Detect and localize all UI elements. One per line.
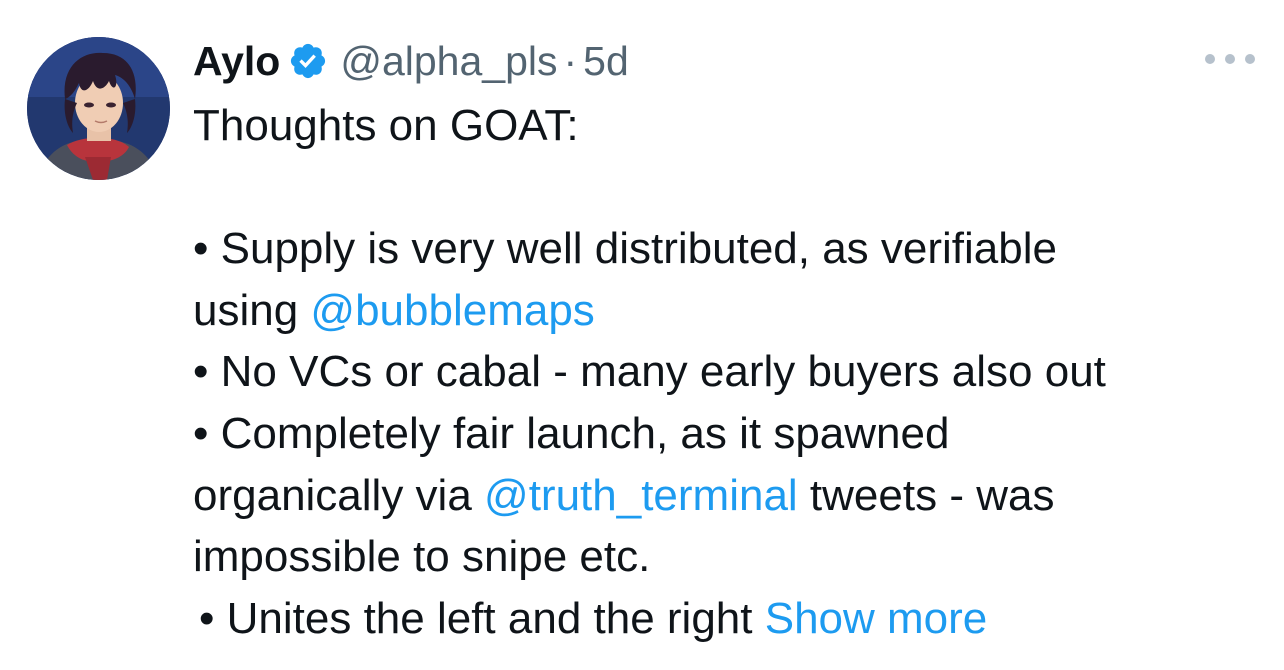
more-options-button[interactable] <box>1205 46 1255 72</box>
tweet-card: Aylo @alpha_pls · 5d Thoughts on GOAT: •… <box>0 0 1284 670</box>
tweet-line-bullet1a: • Supply is very well distributed, as ve… <box>193 224 1057 274</box>
mention-link-truth-terminal[interactable]: @truth_terminal <box>484 471 798 520</box>
text-span: • Unites the left and the right <box>199 593 765 643</box>
tweet-timestamp[interactable]: 5d <box>583 38 629 85</box>
more-horizontal-icon-dot <box>1225 54 1235 64</box>
tweet-line-bullet2: • No VCs or cabal - many early buyers al… <box>193 347 1106 397</box>
tweet-line-bullet3a: • Completely fair launch, as it spawned <box>193 408 950 458</box>
tweet-text: Thoughts on GOAT: • Supply is very well … <box>193 95 1253 649</box>
text-span: tweets - was <box>797 470 1055 520</box>
author-handle[interactable]: @alpha_pls <box>340 38 557 85</box>
tweet-line-bullet4: • Unites the left and the right Show mor… <box>193 588 1253 650</box>
tweet-line-bullet3c: impossible to snipe etc. <box>193 532 651 582</box>
verified-badge-icon[interactable] <box>288 41 328 81</box>
more-horizontal-icon-dot <box>1245 54 1255 64</box>
text-span: using <box>193 285 311 335</box>
mention-link-bubblemaps[interactable]: @bubblemaps <box>310 286 594 335</box>
tweet-header: Aylo @alpha_pls · 5d <box>193 34 629 88</box>
avatar[interactable] <box>27 37 170 180</box>
tweet-line-title: Thoughts on GOAT: <box>193 101 579 150</box>
separator-dot: · <box>563 37 578 84</box>
avatar-image <box>27 37 170 180</box>
tweet-line-bullet1b: using @bubblemaps <box>193 280 1253 342</box>
text-span: organically via <box>193 470 485 520</box>
show-more-link[interactable]: Show more <box>765 594 988 643</box>
more-horizontal-icon <box>1205 54 1215 64</box>
tweet-line-bullet3b: organically via @truth_terminal tweets -… <box>193 465 1253 527</box>
display-name[interactable]: Aylo <box>193 38 280 85</box>
